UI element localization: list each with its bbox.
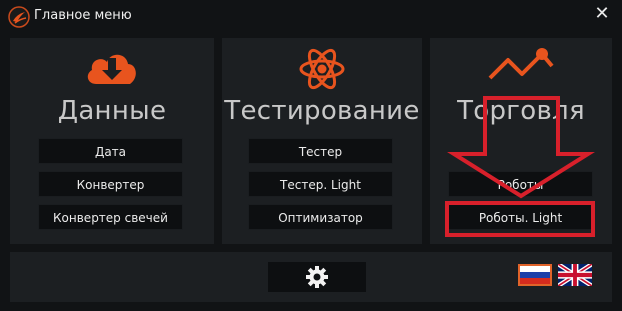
robots-light-button[interactable]: Роботы. Light: [448, 204, 593, 230]
tester-button[interactable]: Тестер: [248, 138, 393, 164]
optimizer-button[interactable]: Оптимизатор: [248, 204, 393, 230]
uk-flag-icon[interactable]: [558, 264, 592, 286]
settings-button[interactable]: [268, 262, 366, 292]
cloud-download-icon: [87, 54, 136, 84]
converter-button[interactable]: Конвертер: [38, 171, 183, 197]
robots-button[interactable]: Роботы: [448, 171, 593, 197]
candle-converter-button[interactable]: Конвертер свечей: [38, 204, 183, 230]
app-logo-icon: [8, 6, 30, 28]
atom-icon: [299, 48, 345, 90]
testing-panel: Тестирование Тестер Тестер. Light Оптими…: [222, 38, 422, 244]
trading-section-title: Торговля: [457, 96, 585, 126]
trend-line-icon: [488, 48, 554, 80]
bottom-bar: [10, 252, 612, 302]
trading-panel: Торговля Роботы Роботы. Light: [430, 38, 612, 244]
russia-flag-icon[interactable]: [518, 264, 552, 286]
tester-light-button[interactable]: Тестер. Light: [248, 171, 393, 197]
window-title: Главное меню: [34, 8, 132, 23]
data-section-title: Данные: [57, 96, 167, 126]
data-panel: Данные Дата Конвертер Конвертер свечей: [10, 38, 214, 244]
testing-section-title: Тестирование: [224, 96, 420, 126]
title-bar: Главное меню ✕: [0, 0, 622, 34]
gear-icon: [306, 266, 328, 288]
close-button[interactable]: ✕: [592, 4, 612, 24]
date-button[interactable]: Дата: [38, 138, 183, 164]
